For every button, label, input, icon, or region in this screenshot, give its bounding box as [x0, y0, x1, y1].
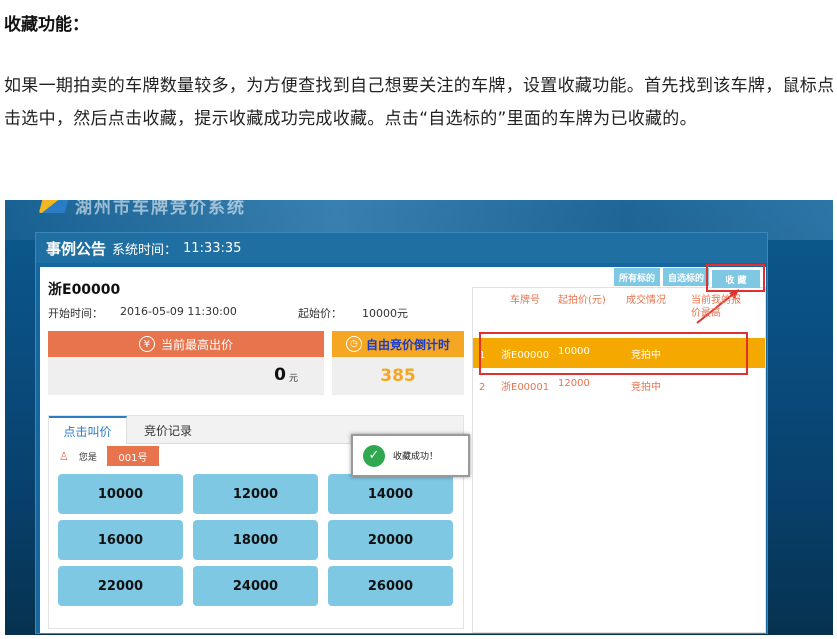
clock-icon: ◷ [345, 336, 362, 352]
bid-button-20000[interactable]: 20000 [328, 520, 453, 560]
row-price: 12000 [558, 378, 590, 389]
bid-button-18000[interactable]: 18000 [193, 520, 318, 560]
countdown-label: 自由竞价倒计时 [365, 337, 450, 352]
start-price-label: 起始价： [298, 307, 342, 320]
auction-panel: 事例公告 系统时间： 11:33:35 浙E00000 开始时间： 2016-0… [35, 232, 768, 634]
header-plate: 车牌号 [510, 295, 540, 306]
row-status: 竞拍中 [631, 382, 661, 393]
countdown-value: 385 [332, 357, 464, 395]
bid-button-24000[interactable]: 24000 [193, 566, 318, 606]
lot-plate: 浙E00000 [48, 282, 121, 298]
bid-button-26000[interactable]: 26000 [328, 566, 453, 606]
selected-row-highlight [479, 332, 748, 375]
lot-list: 所有标的 自选标的 收 藏 车牌号 起拍价(元) 成交情况 当前我的报价最高 1… [472, 264, 766, 633]
app-brand: 湖州市车牌竞价系统 [38, 200, 246, 218]
user-number-badge: 001号 [106, 446, 159, 466]
filter-mine-button[interactable]: 自选标的 [663, 268, 709, 286]
highest-bid-label: 当前最高出价 [160, 337, 233, 352]
bid-button-12000[interactable]: 12000 [193, 474, 318, 514]
row-index: 2 [479, 382, 486, 393]
yen-coin-icon: ¥ [138, 336, 155, 352]
bid-button-16000[interactable]: 16000 [58, 520, 183, 560]
system-time-value: 11:33:35 [183, 240, 242, 256]
highest-bid-value: 0 [274, 365, 286, 385]
system-time-label: 系统时间： [112, 242, 178, 258]
header-start-price: 起拍价(元) [558, 295, 606, 306]
start-price-value: 10000元 [362, 307, 408, 320]
header-deal-status: 成交情况 [626, 295, 666, 306]
tab-bid-record[interactable]: 竞价记录 [129, 416, 207, 444]
panel-header: 事例公告 系统时间： 11:33:35 [36, 233, 767, 263]
lot-detail: 浙E00000 开始时间： 2016-05-09 11:30:00 起始价： 1… [40, 267, 470, 633]
row-plate: 浙E00001 [501, 382, 550, 393]
favorite-success-toast: ✓ 收藏成功！ [351, 434, 470, 477]
bid-button-10000[interactable]: 10000 [58, 474, 183, 514]
user-icon: ♙ [59, 449, 69, 463]
table-row[interactable]: 2 浙E00001 12000 竞拍中 [473, 372, 765, 400]
start-time-label: 开始时间： [48, 307, 103, 320]
article-heading: 收藏功能： [4, 15, 89, 35]
toast-text: 收藏成功！ [393, 452, 439, 462]
user-label: 您是 [78, 452, 97, 463]
app-screenshot: 湖州市车牌竞价系统 事例公告 系统时间： 11:33:35 浙E00000 开始… [5, 200, 833, 635]
highest-bid-box: 0 元 [48, 357, 324, 395]
highest-bid-header: ¥ 当前最高出价 [48, 331, 324, 357]
highest-bid-unit: 元 [288, 374, 298, 384]
tab-bid[interactable]: 点击叫价 [49, 416, 127, 444]
panel-title: 事例公告 [46, 239, 107, 258]
brand-title: 湖州市车牌竞价系统 [75, 200, 246, 218]
filter-all-button[interactable]: 所有标的 [614, 268, 660, 286]
start-time-value: 2016-05-09 11:30:00 [120, 305, 237, 318]
article-paragraph: 如果一期拍卖的车牌数量较多，为方便查找到自己想要关注的车牌，设置收藏功能。首先找… [4, 76, 835, 129]
user-row: ♙ 您是 001号 [59, 446, 159, 466]
bid-button-22000[interactable]: 22000 [58, 566, 183, 606]
brand-logo-icon [38, 200, 70, 213]
check-icon: ✓ [363, 444, 385, 467]
countdown-header: ◷ 自由竞价倒计时 [332, 331, 464, 357]
bid-button-14000[interactable]: 14000 [328, 474, 453, 514]
panel-content: 浙E00000 开始时间： 2016-05-09 11:30:00 起始价： 1… [40, 264, 766, 633]
header-my-highest: 当前我的报价最高 [691, 295, 741, 319]
